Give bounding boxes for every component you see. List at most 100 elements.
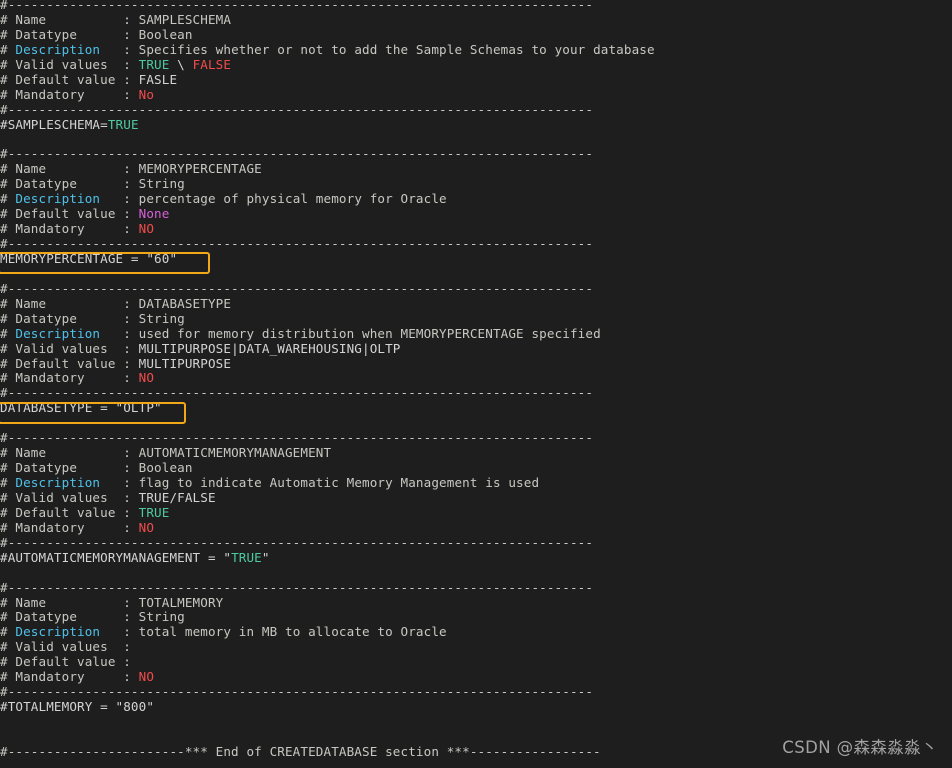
field-label: # Mandatory : — [0, 370, 139, 386]
separator-text: #---------------------------------------… — [0, 146, 594, 162]
separator-text: #---------------------------------------… — [0, 236, 594, 251]
assignment-line-totalmemory[interactable]: #TOTALMEMORY = "800" — [0, 699, 952, 715]
separator-top-databasetype: #---------------------------------------… — [0, 280, 952, 297]
field-value-datatype: Boolean — [138, 460, 193, 476]
field-value-default: FASLE — [138, 71, 178, 87]
field-description: # Description : flag to indicate Automat… — [0, 475, 952, 491]
assignment-token: #TOTALMEMORY = "800" — [0, 699, 155, 715]
field-value-datatype: String — [138, 176, 185, 192]
field-label: : — [100, 41, 139, 57]
field-label: # Valid values : — [0, 489, 139, 505]
separator-text: #---------------------------------------… — [0, 684, 594, 700]
field-value-valid-values: TRUE/FALSE — [138, 489, 216, 505]
field-label: # Datatype : — [0, 310, 139, 326]
field-mandatory-automaticmemorymanagement: # Mandatory : NO — [0, 520, 952, 536]
separator-bottom-memorypercentage: #---------------------------------------… — [0, 236, 952, 252]
field-value-name: DATABASETYPE — [138, 295, 232, 311]
field-label: # Mandatory : — [0, 86, 139, 102]
separator-text: #---------------------------------------… — [0, 0, 594, 12]
end-of-section-text: #-----------------------*** End of CREAT… — [0, 743, 601, 759]
field-name-automaticmemorymanagement: # Name : AUTOMATICMEMORYMANAGEMENT — [0, 445, 952, 461]
field-name-memorypercentage: # Name : MEMORYPERCENTAGE — [0, 161, 952, 177]
field-default-value-memorypercentage: # Default value : None — [0, 206, 952, 222]
field-value-description: percentage of physical memory for Oracle — [138, 191, 447, 207]
field-label: # Valid values : — [0, 340, 139, 356]
field-label: # — [0, 475, 16, 490]
field-label: # Default value : — [0, 654, 139, 670]
end-of-section-line: #-----------------------*** End of CREAT… — [0, 743, 952, 760]
field-label: # — [0, 325, 16, 341]
field-default-value-databasetype: # Default value : MULTIPURPOSE — [0, 355, 952, 372]
field-label-description: Description — [15, 41, 101, 57]
field-value-default: TRUE — [138, 504, 170, 520]
field-name-databasetype: # Name : DATABASETYPE — [0, 295, 952, 312]
field-valid-values-databasetype: # Valid values : MULTIPURPOSE|DATA_WAREH… — [0, 340, 952, 357]
separator-bottom-automaticmemorymanagement: #---------------------------------------… — [0, 534, 952, 551]
field-mandatory-sampleschema: # Mandatory : No — [0, 86, 952, 103]
field-valid-values-automaticmemorymanagement: # Valid values : TRUE/FALSE — [0, 489, 952, 506]
field-mandatory-databasetype: # Mandatory : NO — [0, 370, 952, 386]
field-label: # Mandatory : — [0, 669, 139, 685]
separator-bottom-databasetype: #---------------------------------------… — [0, 385, 952, 401]
field-label: : — [100, 624, 139, 640]
assignment-token: TRUE — [231, 549, 262, 565]
separator-text: #---------------------------------------… — [0, 534, 594, 550]
field-datatype-memorypercentage: # Datatype : String — [0, 176, 952, 192]
field-label: # Name : — [0, 594, 139, 610]
assignment-token: TRUE — [107, 116, 139, 132]
field-value-default: MULTIPURPOSE — [138, 355, 232, 371]
field-default-value-totalmemory: # Default value : — [0, 654, 952, 670]
field-value-description: total memory in MB to allocate to Oracle — [138, 624, 447, 640]
field-value-name: SAMPLESCHEMA — [138, 11, 232, 27]
field-value-datatype: String — [138, 310, 185, 326]
separator-top-memorypercentage: #---------------------------------------… — [0, 146, 952, 162]
field-label: # Name : — [0, 295, 139, 311]
field-value-name: TOTALMEMORY — [138, 594, 224, 610]
field-label: # Default value : — [0, 71, 139, 87]
assignment-line-databasetype[interactable]: DATABASETYPE = "OLTP" — [0, 400, 952, 416]
separator-top-automaticmemorymanagement: #---------------------------------------… — [0, 430, 952, 446]
field-label: # Default value : — [0, 206, 139, 222]
field-label: # Datatype : — [0, 26, 139, 42]
assignment-token: " — [261, 549, 270, 565]
separator-text: #---------------------------------------… — [0, 385, 594, 401]
field-default-value-sampleschema: # Default value : FASLE — [0, 71, 952, 88]
field-value-mandatory: NO — [138, 221, 155, 237]
separator-text: #---------------------------------------… — [0, 101, 594, 117]
field-mandatory-totalmemory: # Mandatory : NO — [0, 669, 952, 685]
field-name-sampleschema: # Name : SAMPLESCHEMA — [0, 11, 952, 28]
field-name-totalmemory: # Name : TOTALMEMORY — [0, 594, 952, 611]
assignment-line-automaticmemorymanagement[interactable]: #AUTOMATICMEMORYMANAGEMENT = "TRUE" — [0, 549, 952, 566]
field-value-name: MEMORYPERCENTAGE — [138, 161, 262, 177]
field-datatype-databasetype: # Datatype : String — [0, 310, 952, 327]
field-value-valid-values: FALSE — [192, 56, 232, 72]
assignment-line-sampleschema[interactable]: #SAMPLESCHEMA=TRUE — [0, 116, 952, 133]
field-value-default: None — [138, 206, 170, 222]
field-value-description: used for memory distribution when MEMORY… — [138, 325, 601, 341]
field-valid-values-totalmemory: # Valid values : — [0, 639, 952, 655]
field-label: # Name : — [0, 11, 139, 27]
field-valid-values-sampleschema: # Valid values : TRUE \ FALSE — [0, 56, 952, 73]
field-value-description: Specifies whether or not to add the Samp… — [138, 41, 655, 57]
field-value-description: flag to indicate Automatic Memory Manage… — [138, 475, 540, 490]
separator-text: #---------------------------------------… — [0, 280, 594, 296]
field-value-valid-values: \ — [169, 56, 193, 72]
field-value-valid-values: MULTIPURPOSE|DATA_WAREHOUSING|OLTP — [138, 340, 401, 356]
field-datatype-totalmemory: # Datatype : String — [0, 609, 952, 625]
assignment-line-memorypercentage[interactable]: MEMORYPERCENTAGE = "60" — [0, 251, 952, 267]
text-editor-canvas[interactable]: #---------------------------------------… — [0, 0, 952, 768]
field-label: : — [100, 475, 139, 490]
field-label: # Mandatory : — [0, 221, 139, 237]
response-file-content[interactable]: #---------------------------------------… — [0, 0, 952, 760]
assignment-token: DATABASETYPE = "OLTP" — [0, 400, 162, 416]
field-label: : — [100, 191, 139, 207]
field-label: : — [100, 325, 139, 341]
field-mandatory-memorypercentage: # Mandatory : NO — [0, 221, 952, 237]
field-label-description: Description — [15, 325, 101, 341]
field-label: # — [0, 41, 16, 57]
field-label: # Name : — [0, 161, 139, 177]
